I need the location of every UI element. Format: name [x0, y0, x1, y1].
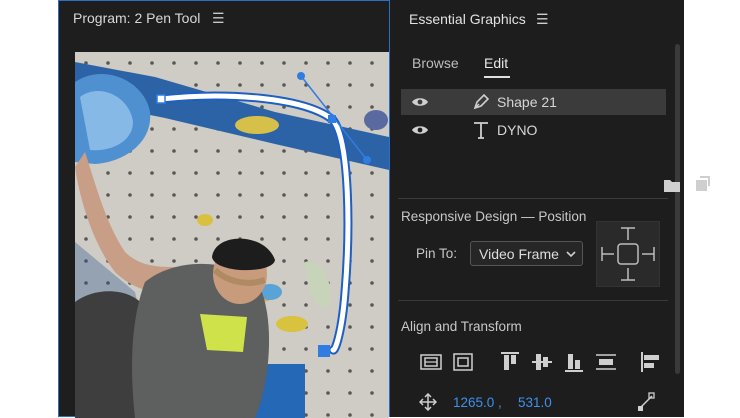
program-monitor-header: Program: 2 Pen Tool ☰ [59, 1, 389, 37]
eye-icon[interactable] [411, 124, 429, 136]
hamburger-icon[interactable]: ☰ [536, 11, 549, 28]
layer-list: Shape 21 DYNO [401, 89, 666, 179]
section-divider [398, 300, 668, 301]
video-frame[interactable] [75, 52, 389, 418]
program-monitor-title: Program: 2 Pen Tool [73, 10, 201, 26]
eye-icon[interactable] [411, 96, 429, 108]
distribute-vertical-icon[interactable] [594, 350, 618, 374]
align-transform-heading: Align and Transform [401, 319, 522, 334]
new-folder-icon[interactable] [663, 177, 681, 193]
pin-to-value: Video Frame [479, 246, 559, 262]
layer-row-dyno[interactable]: DYNO [401, 117, 666, 143]
align-to-selection-icon[interactable] [451, 350, 475, 374]
essential-graphics-panel: Essential Graphics ☰ Browse Edit Shape 2… [396, 0, 710, 417]
anchor-point-icon[interactable] [636, 392, 656, 412]
align-vertical-center-icon[interactable] [530, 350, 554, 374]
align-top-icon[interactable] [498, 350, 522, 374]
layer-name: Shape 21 [497, 94, 557, 110]
pin-to-dropdown[interactable]: Video Frame [470, 241, 583, 266]
program-monitor-panel[interactable]: Program: 2 Pen Tool ☰ [58, 0, 390, 418]
section-divider [398, 198, 668, 199]
layer-name: DYNO [497, 122, 538, 138]
active-tab-indicator [484, 76, 510, 78]
hamburger-icon[interactable]: ☰ [212, 10, 225, 27]
essential-graphics-title: Essential Graphics [409, 11, 526, 27]
position-x-value[interactable]: 1265.0 , [453, 395, 502, 410]
responsive-design-heading: Responsive Design — Position [401, 209, 587, 224]
align-bottom-icon[interactable] [562, 350, 586, 374]
tab-browse[interactable]: Browse [412, 55, 459, 71]
panel-scrollbar[interactable] [675, 44, 680, 374]
align-left-icon[interactable] [639, 350, 663, 374]
climbing-wall-scene [75, 52, 389, 418]
pin-position-widget[interactable] [596, 221, 660, 287]
tab-edit[interactable]: Edit [484, 55, 508, 71]
position-move-icon [419, 393, 437, 411]
align-to-video-frame-icon[interactable] [419, 350, 443, 374]
premiere-workspace: Program: 2 Pen Tool ☰ Essential Graphics… [58, 0, 710, 418]
position-y-value[interactable]: 531.0 [518, 395, 552, 410]
layer-row-shape-21[interactable]: Shape 21 [401, 89, 666, 115]
text-icon [474, 122, 488, 139]
pin-to-label: Pin To: [416, 246, 458, 261]
new-layer-icon[interactable] [694, 176, 710, 192]
pin-edges-icon [601, 227, 655, 281]
chevron-down-icon [566, 251, 576, 258]
pen-icon [473, 93, 490, 110]
